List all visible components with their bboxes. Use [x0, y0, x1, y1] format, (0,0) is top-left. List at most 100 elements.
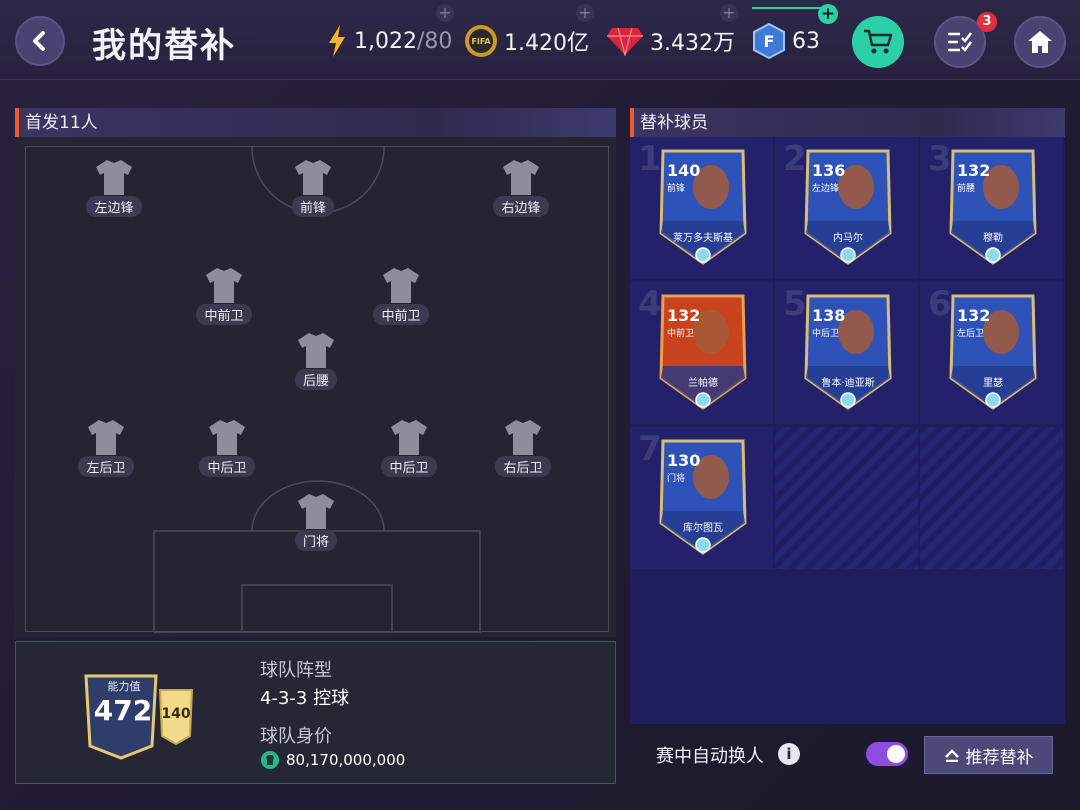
player-rating: 132 — [957, 161, 991, 180]
player-position: 前锋 — [667, 184, 686, 194]
player-name: 鲁本·迪亚斯 — [821, 378, 875, 389]
shirt-icon — [298, 494, 334, 529]
player-name: 莱万多夫斯基 — [673, 233, 733, 244]
player-name: 库尔图瓦 — [683, 523, 723, 534]
home-button[interactable] — [1014, 16, 1066, 68]
add-energy-button[interactable]: + — [436, 4, 454, 22]
position-label: 前锋 — [291, 196, 334, 217]
player-rating: 140 — [667, 161, 701, 180]
lineup-title: 首发11人 — [15, 108, 616, 138]
position-lw[interactable]: 左边锋 — [79, 157, 149, 217]
player-position: 前腰 — [957, 184, 976, 194]
player-name: 兰帕德 — [688, 378, 718, 389]
shirt-icon — [503, 160, 539, 195]
auto-sub-bar: 赛中自动换人 i 推荐替补 — [640, 730, 1065, 780]
info-icon[interactable]: i — [778, 743, 800, 765]
position-label: 门将 — [294, 530, 337, 551]
sub-slot[interactable]: 6 132 左后卫 里瑟 — [920, 282, 1063, 424]
energy-counter[interactable]: 1,022/80 — [326, 24, 452, 58]
player-position: 左后卫 — [957, 329, 985, 339]
fifa-points-counter[interactable]: F 63 — [752, 23, 820, 59]
add-gems-button[interactable]: + — [720, 4, 738, 22]
player-position: 中后卫 — [812, 329, 840, 339]
add-coins-button[interactable]: + — [576, 4, 594, 22]
position-label: 后腰 — [294, 369, 337, 390]
recommend-subs-button[interactable]: 推荐替补 — [924, 736, 1053, 774]
gem-icon — [607, 27, 643, 56]
recommend-label: 推荐替补 — [965, 747, 1034, 768]
player-rating: 136 — [812, 161, 846, 180]
fifa-points-icon: F — [753, 23, 785, 59]
energy-max: /80 — [416, 28, 453, 54]
svg-text:F: F — [764, 32, 775, 51]
toggle-knob — [887, 745, 905, 763]
player-card[interactable]: 132 中前卫 兰帕德 — [655, 292, 751, 412]
shirt-icon — [391, 420, 427, 455]
shirt-icon — [209, 420, 245, 455]
formation-value: 4-3-3 控球 — [260, 688, 350, 709]
sub-slot-empty[interactable] — [920, 427, 1063, 569]
player-card[interactable]: 140 前锋莱万多夫斯基 — [655, 147, 751, 267]
player-card[interactable]: 130 门将库尔图瓦 — [655, 437, 751, 557]
position-cb-left[interactable]: 中后卫 — [192, 417, 262, 477]
player-card[interactable]: 138 中后卫鲁本·迪亚斯 — [800, 292, 896, 412]
fifa-points-value: 63 — [792, 28, 820, 54]
player-card[interactable]: 136 左边锋 内马尔 — [800, 147, 896, 267]
team-value-label: 球队身价 — [260, 726, 332, 747]
back-button[interactable] — [15, 16, 65, 66]
position-label: 左边锋 — [86, 196, 142, 217]
add-fifa-points-button[interactable]: + — [818, 4, 838, 24]
pitch-panel: 左边锋 前锋 右边锋 中前卫 中前卫 后腰 左后卫 中后卫 中后卫 右后卫 门将 — [15, 137, 616, 637]
shirt-icon — [295, 160, 331, 195]
shirt-icon — [96, 160, 132, 195]
sub-slot-empty[interactable] — [775, 427, 918, 569]
sub-slot[interactable]: 1 140 前锋 莱万多夫斯基 — [630, 137, 773, 279]
formation-label: 球队阵型 — [260, 660, 332, 681]
player-rating: 138 — [812, 306, 846, 325]
sub-slot[interactable]: 2 136 左边锋 内马尔 — [775, 137, 918, 279]
player-card[interactable]: 132 左后卫 里瑟 — [945, 292, 1041, 412]
tasks-badge: 3 — [977, 12, 997, 32]
player-card[interactable]: 132 前腰穆勒 — [945, 147, 1041, 267]
team-value: 80,170,000,000 — [286, 751, 406, 769]
coin-icon: FIFA — [465, 25, 497, 57]
back-icon — [33, 31, 45, 51]
fifa-points-bar — [752, 7, 822, 9]
shirt-icon — [505, 420, 541, 455]
position-rb[interactable]: 右后卫 — [488, 417, 558, 477]
position-lb[interactable]: 左后卫 — [71, 417, 141, 477]
coin-icon — [261, 751, 279, 769]
auto-sub-toggle[interactable] — [866, 742, 908, 766]
player-rating: 130 — [667, 451, 701, 470]
player-name: 穆勒 — [983, 233, 1003, 244]
position-st[interactable]: 前锋 — [278, 157, 348, 217]
position-rw[interactable]: 右边锋 — [486, 157, 556, 217]
player-position: 中前卫 — [667, 329, 695, 339]
cart-icon — [864, 29, 893, 54]
sub-slot[interactable]: 4 132 中前卫 兰帕德 — [630, 282, 773, 424]
shirt-icon — [383, 268, 419, 303]
auto-sub-label: 赛中自动换人 — [656, 746, 764, 767]
shop-button[interactable] — [852, 16, 904, 68]
coins-value: 1.420亿 — [504, 31, 589, 56]
energy-value: 1,022 — [354, 28, 417, 54]
sub-slot[interactable]: 7 130 门将 库尔图瓦 — [630, 427, 773, 569]
position-gk[interactable]: 门将 — [281, 491, 351, 551]
gems-value: 3.432万 — [650, 31, 735, 56]
chevron-up-icon — [944, 749, 959, 762]
coins-counter[interactable]: FIFA 1.420亿 — [464, 24, 589, 58]
position-label: 中前卫 — [196, 304, 252, 325]
position-cdm[interactable]: 后腰 — [281, 330, 351, 390]
position-cb-right[interactable]: 中后卫 — [374, 417, 444, 477]
gems-counter[interactable]: 3.432万 — [606, 24, 735, 58]
player-position: 门将 — [667, 474, 686, 484]
tasks-icon — [948, 32, 972, 52]
team-rating-value: 472 — [93, 694, 153, 727]
position-label: 中前卫 — [373, 304, 429, 325]
sub-slot[interactable]: 5 138 中后卫 鲁本·迪亚斯 — [775, 282, 918, 424]
position-cm-right[interactable]: 中前卫 — [366, 265, 436, 325]
player-rating: 132 — [957, 306, 991, 325]
team-rating-badge: 能力值 472 140 — [80, 670, 200, 764]
position-cm-left[interactable]: 中前卫 — [189, 265, 259, 325]
sub-slot[interactable]: 3 132 前腰 穆勒 — [920, 137, 1063, 279]
